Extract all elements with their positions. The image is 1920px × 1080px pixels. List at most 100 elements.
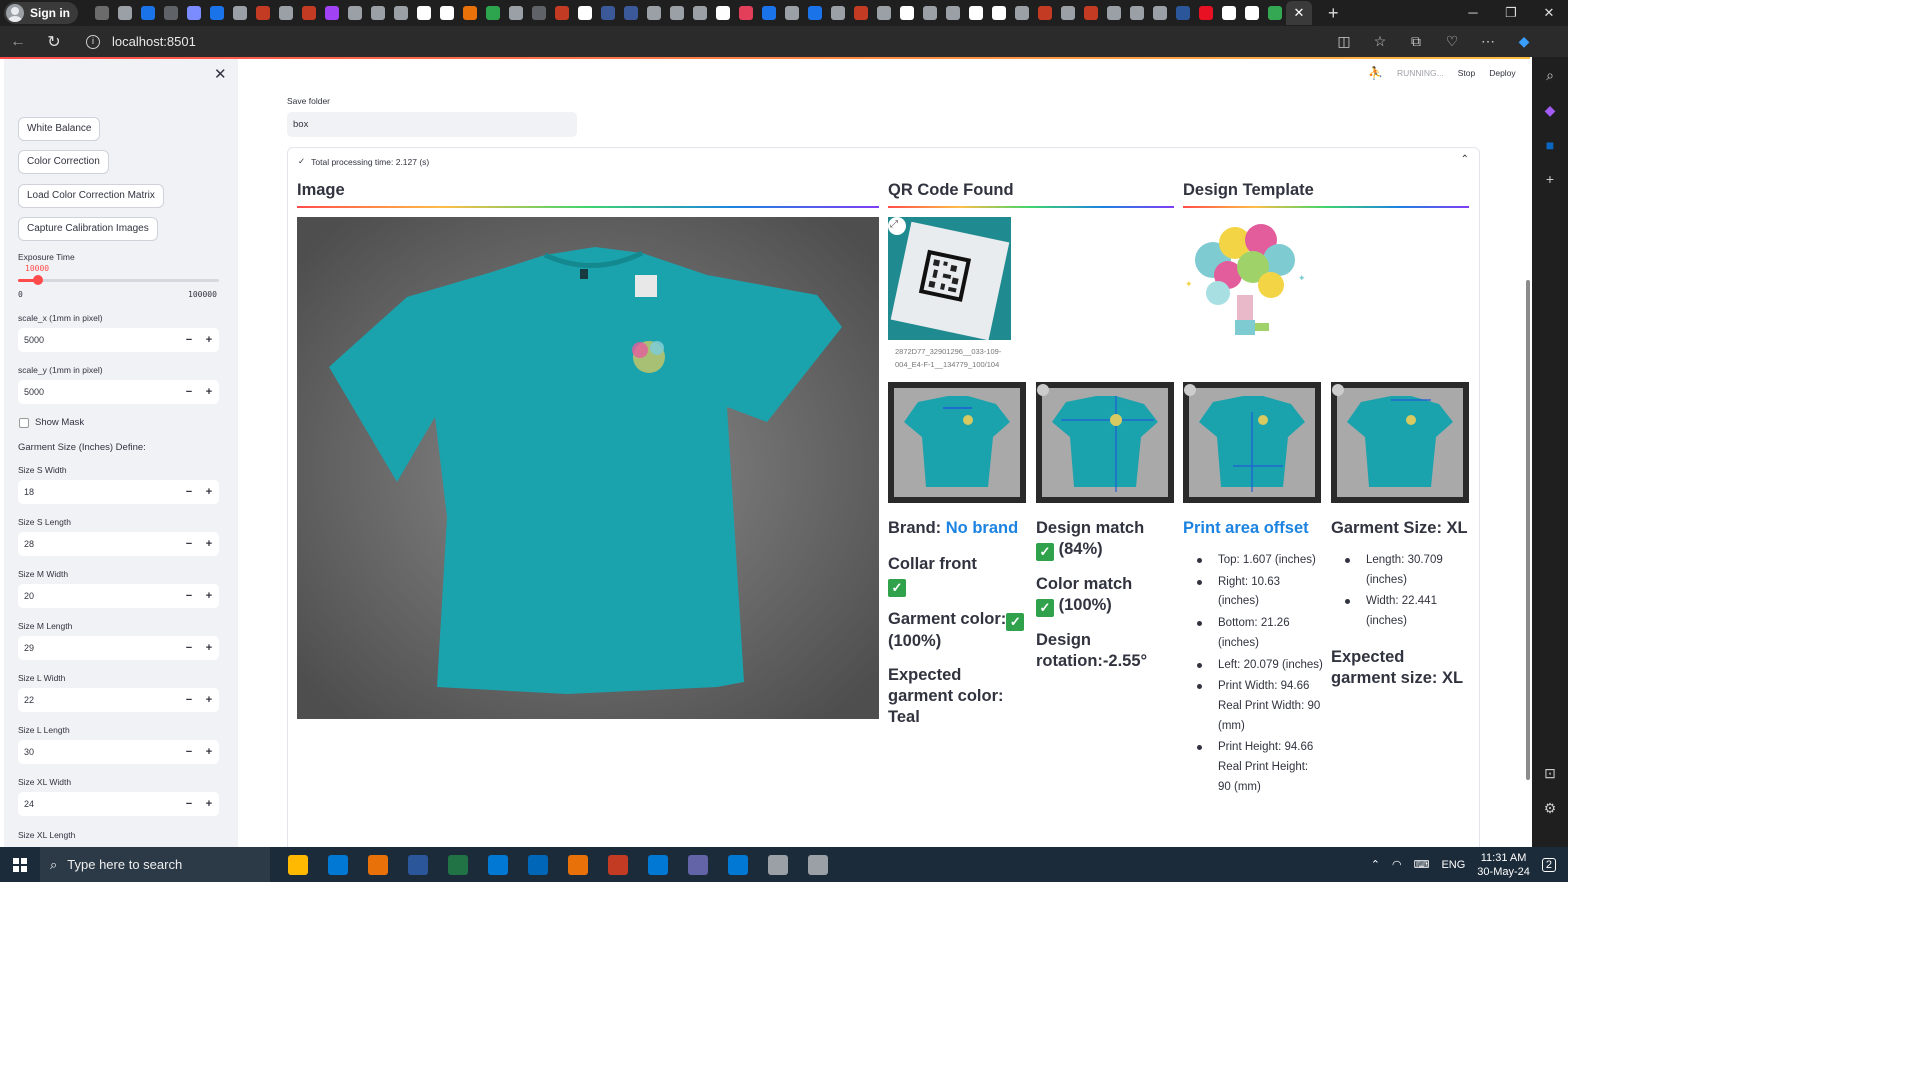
taskbar-app-icon[interactable] <box>688 854 708 875</box>
tab-favicon-icon[interactable] <box>853 6 868 20</box>
increment-button[interactable]: + <box>199 538 219 550</box>
tab-favicon-icon[interactable] <box>1106 6 1121 20</box>
url-field[interactable]: i localhost:8501 <box>76 29 1326 54</box>
tab-favicon-icon[interactable] <box>600 6 615 20</box>
chevron-up-icon[interactable]: ⌃ <box>1371 858 1380 871</box>
taskbar-app-icon[interactable] <box>288 854 308 875</box>
taskbar-app-icon[interactable] <box>328 854 348 875</box>
size-field-value[interactable]: 18 <box>24 487 179 497</box>
taskbar-app-icon[interactable] <box>448 854 468 875</box>
deploy-button[interactable]: Deploy <box>1489 68 1515 78</box>
taskbar-search[interactable]: ⌕ Type here to search <box>40 847 270 882</box>
tab-favicon-icon[interactable] <box>324 6 339 20</box>
color-correction-button[interactable]: Color Correction <box>18 150 109 174</box>
decrement-button[interactable]: − <box>179 694 199 706</box>
window-close-icon[interactable]: ✕ <box>1530 5 1568 21</box>
tab-favicon-icon[interactable] <box>715 6 730 20</box>
restore-icon[interactable]: ❐ <box>1492 5 1530 21</box>
show-mask-checkbox[interactable] <box>19 418 29 428</box>
collections-icon[interactable]: ⧉ <box>1398 33 1434 50</box>
size-field-input[interactable]: 28− + <box>18 532 219 556</box>
tab-favicon-icon[interactable] <box>117 6 132 20</box>
size-field-input[interactable]: 30− + <box>18 740 219 764</box>
tab-favicon-icon[interactable] <box>94 6 109 20</box>
favorites-icon[interactable]: ☆ <box>1362 33 1398 50</box>
tab-favicon-icon[interactable] <box>1129 6 1144 20</box>
tab-favicon-icon[interactable] <box>1221 6 1236 20</box>
tab-favicon-icon[interactable] <box>669 6 684 20</box>
back-icon[interactable]: ← <box>0 33 36 51</box>
tab-favicon-icon[interactable] <box>416 6 431 20</box>
wifi-icon[interactable]: ◠ <box>1392 858 1402 871</box>
scale-y-value[interactable]: 5000 <box>24 387 179 397</box>
tab-favicon-icon[interactable] <box>485 6 500 20</box>
decrement-button[interactable]: − <box>179 538 199 550</box>
tab-favicon-icon[interactable] <box>301 6 316 20</box>
size-field-input[interactable]: 18− + <box>18 480 219 504</box>
tab-favicon-icon[interactable] <box>1014 6 1029 20</box>
decrement-button[interactable]: − <box>179 334 199 346</box>
size-field-input[interactable]: 24− + <box>18 792 219 816</box>
size-field-value[interactable]: 30 <box>24 747 179 757</box>
size-field-input[interactable]: 29− + <box>18 636 219 660</box>
tab-favicon-icon[interactable] <box>186 6 201 20</box>
site-info-icon[interactable]: i <box>86 34 100 49</box>
profile-signin-button[interactable]: Sign in <box>4 2 78 24</box>
taskbar-app-icon[interactable] <box>648 854 668 875</box>
size-field-input[interactable]: 20− + <box>18 584 219 608</box>
exposure-slider[interactable] <box>18 275 219 285</box>
tab-favicon-icon[interactable] <box>531 6 546 20</box>
tab-favicon-icon[interactable] <box>1152 6 1167 20</box>
tab-favicon-icon[interactable] <box>968 6 983 20</box>
minimize-icon[interactable]: ─ <box>1454 5 1492 21</box>
tab-favicon-icon[interactable] <box>209 6 224 20</box>
start-button[interactable] <box>0 857 40 872</box>
chevron-up-icon[interactable]: ⌃ <box>1461 154 1469 165</box>
tab-favicon-icon[interactable] <box>347 6 362 20</box>
tab-favicon-icon[interactable] <box>1267 6 1282 20</box>
decrement-button[interactable]: − <box>179 590 199 602</box>
tab-favicon-icon[interactable] <box>830 6 845 20</box>
white-balance-button[interactable]: White Balance <box>18 117 101 141</box>
tab-favicon-icon[interactable] <box>1037 6 1052 20</box>
taskbar-app-icon[interactable] <box>368 854 388 875</box>
size-field-value[interactable]: 29 <box>24 643 179 653</box>
tab-favicon-icon[interactable] <box>1198 6 1213 20</box>
extensions-icon[interactable]: ♡ <box>1434 33 1470 50</box>
copilot-side-icon[interactable]: ◆ <box>1545 102 1556 119</box>
increment-button[interactable]: + <box>199 694 219 706</box>
tab-favicon-icon[interactable] <box>922 6 937 20</box>
increment-button[interactable]: + <box>199 798 219 810</box>
tab-favicon-icon[interactable] <box>646 6 661 20</box>
increment-button[interactable]: + <box>199 642 219 654</box>
tab-favicon-icon[interactable] <box>761 6 776 20</box>
keyboard-icon[interactable]: ⌨ <box>1414 858 1430 871</box>
size-field-value[interactable]: 24 <box>24 799 179 809</box>
tab-favicon-icon[interactable] <box>163 6 178 20</box>
capture-calibration-button[interactable]: Capture Calibration Images <box>18 217 158 241</box>
tab-favicon-icon[interactable] <box>784 6 799 20</box>
taskbar-app-icon[interactable] <box>768 854 788 875</box>
tab-favicon-icon[interactable] <box>1083 6 1098 20</box>
increment-button[interactable]: + <box>199 746 219 758</box>
tab-favicon-icon[interactable] <box>1060 6 1075 20</box>
decrement-button[interactable]: − <box>179 386 199 398</box>
tab-favicon-icon[interactable] <box>899 6 914 20</box>
taskbar-app-icon[interactable] <box>608 854 628 875</box>
taskbar-app-icon[interactable] <box>808 854 828 875</box>
new-tab-button[interactable]: + <box>1328 3 1339 24</box>
fullscreen-icon[interactable]: ⤢ <box>890 219 898 230</box>
language-indicator[interactable]: ENG <box>1441 859 1465 871</box>
tab-favicon-icon[interactable] <box>508 6 523 20</box>
save-folder-input[interactable]: box <box>287 112 577 137</box>
taskbar-app-icon[interactable] <box>488 854 508 875</box>
taskbar-app-icon[interactable] <box>728 854 748 875</box>
tab-favicon-icon[interactable] <box>370 6 385 20</box>
tab-favicon-icon[interactable] <box>140 6 155 20</box>
decrement-button[interactable]: − <box>179 486 199 498</box>
scale-x-value[interactable]: 5000 <box>24 335 179 345</box>
increment-button[interactable]: + <box>199 334 219 346</box>
scale-y-input[interactable]: 5000 − + <box>18 380 219 404</box>
page-scrollbar[interactable] <box>1526 280 1530 780</box>
tab-favicon-icon[interactable] <box>232 6 247 20</box>
